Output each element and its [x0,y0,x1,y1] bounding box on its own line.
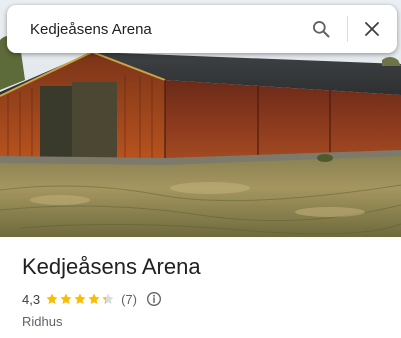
rating-value: 4,3 [22,291,41,307]
search-divider [347,16,348,42]
star-icon [60,293,72,305]
search-bar [7,5,397,53]
place-category: Ridhus [22,314,63,329]
star-rating[interactable] [45,292,115,306]
star-icon [74,293,86,305]
rating-info-button[interactable] [146,291,162,307]
star-icon [102,293,114,305]
star-icon [46,293,58,305]
star-icon [88,293,100,305]
close-icon [365,22,379,36]
rating-row: 4,3 (7) [22,290,391,308]
close-button[interactable] [352,9,392,49]
search-button[interactable] [301,9,341,49]
search-icon [313,21,330,38]
info-icon [146,292,161,306]
place-title: Kedjeåsens Arena [22,254,201,279]
review-count[interactable]: (7) [121,292,137,307]
place-info-panel: Kedjeåsens Arena 4,3 (7) Ridhus [22,253,391,329]
search-input[interactable] [7,5,301,53]
